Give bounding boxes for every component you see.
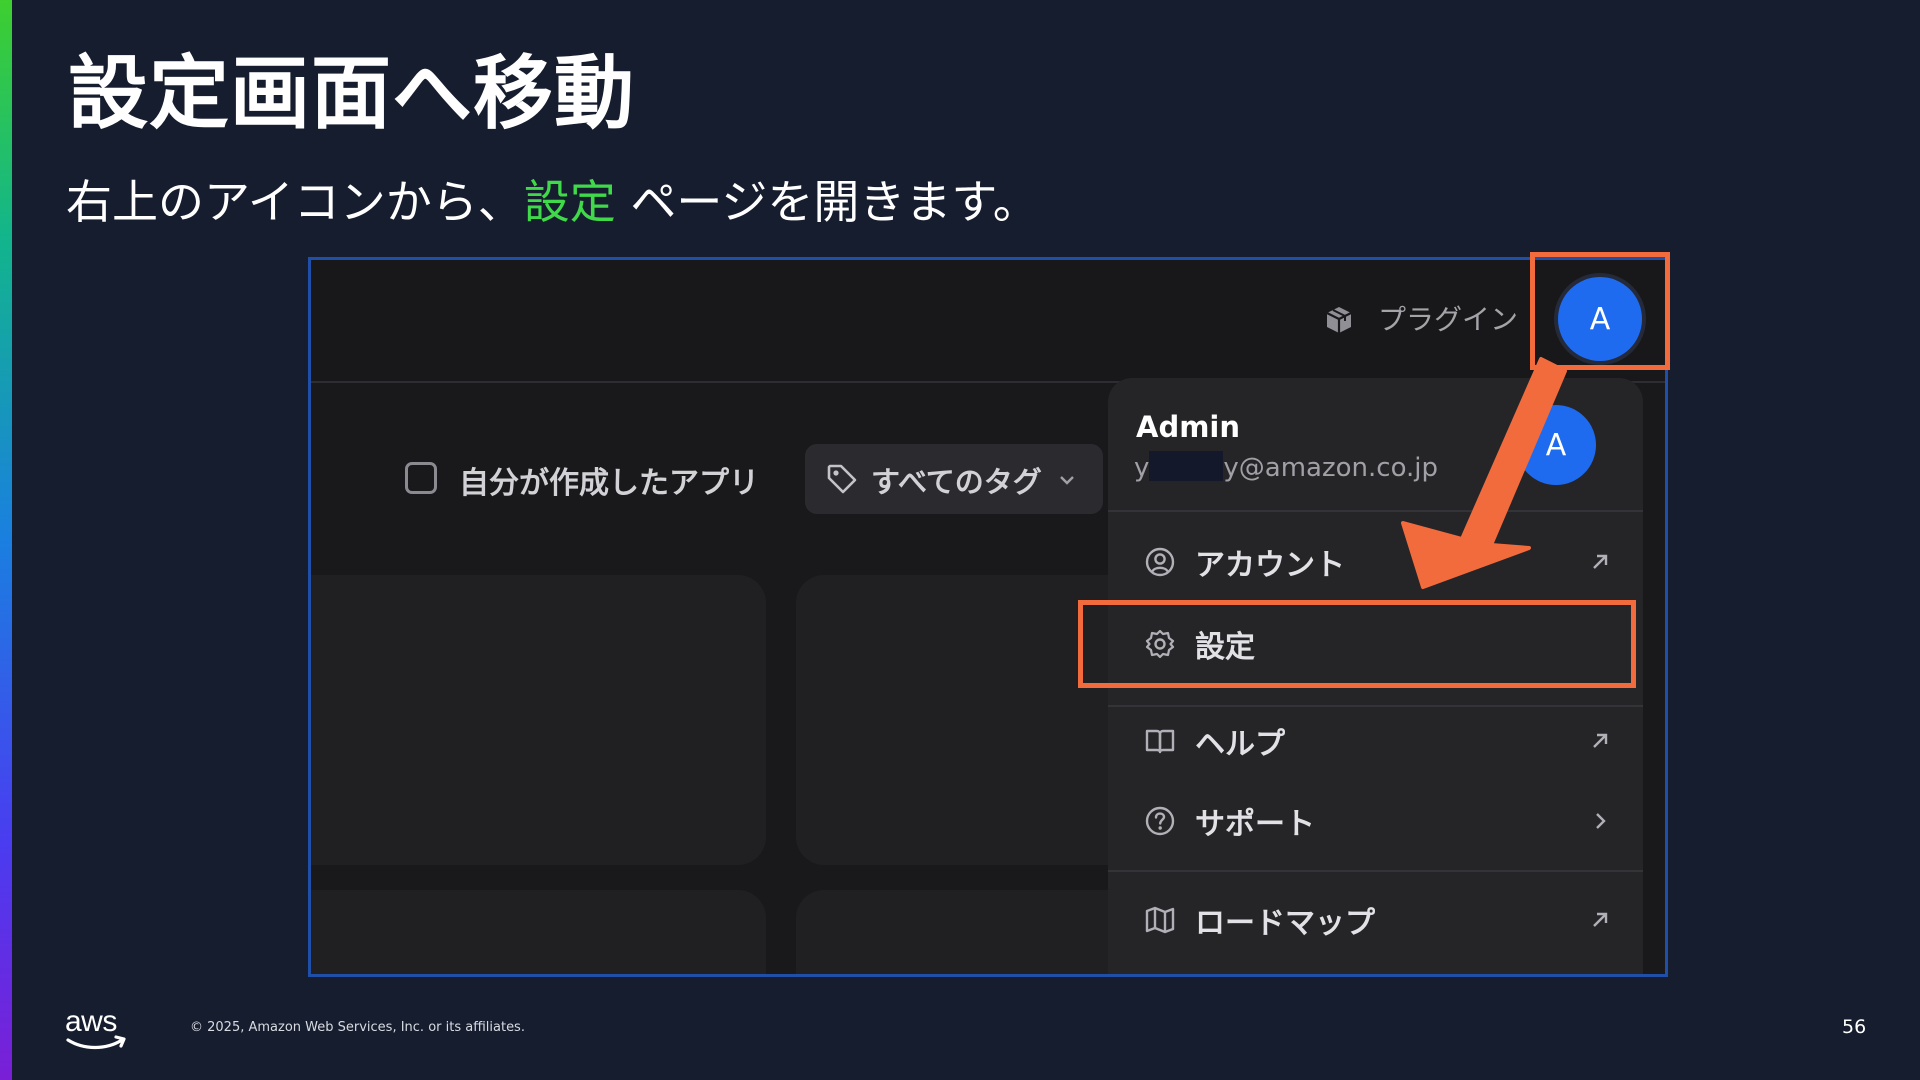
menu-item-account[interactable]: アカウント — [1195, 540, 1345, 584]
external-arrow-icon — [1593, 554, 1608, 569]
copyright-text: © 2025, Amazon Web Services, Inc. or its… — [190, 1020, 525, 1035]
subtitle-text: 右上のアイコンから、 — [66, 175, 524, 229]
subtitle-highlight: 設定 — [523, 175, 616, 229]
tag-filter-dropdown[interactable]: すべてのタグ — [805, 444, 1103, 514]
tag-icon — [827, 464, 857, 494]
menu-item-roadmap[interactable]: ロードマップ — [1195, 898, 1375, 942]
avatar-highlight-box — [1530, 252, 1670, 370]
book-icon — [1145, 729, 1175, 754]
menu-divider — [1108, 870, 1643, 872]
subtitle-text-end: ページを開きます。 — [615, 175, 1039, 229]
question-circle-icon — [1145, 806, 1175, 836]
external-arrow-icon — [1593, 912, 1608, 927]
slide-title: 設定画面へ移動 — [68, 47, 635, 140]
aws-logo: aws — [65, 1005, 126, 1050]
map-icon — [1145, 906, 1175, 934]
app-card[interactable] — [311, 575, 766, 865]
svg-text:aws: aws — [65, 1005, 117, 1038]
chevron-down-icon — [1060, 476, 1074, 485]
menu-item-help[interactable]: ヘルプ — [1195, 719, 1285, 763]
menu-item-support[interactable]: サポート — [1195, 799, 1315, 843]
chevron-right-icon — [1596, 813, 1606, 829]
plugins-link[interactable]: プラグイン — [1378, 298, 1518, 338]
email-redaction — [1149, 451, 1223, 481]
cube-icon — [1326, 307, 1352, 333]
my-apps-checkbox[interactable] — [405, 462, 437, 494]
user-circle-icon — [1145, 547, 1175, 577]
tag-filter-label: すべてのタグ — [871, 465, 1042, 499]
menu-divider — [1108, 705, 1643, 707]
settings-highlight-box — [1078, 600, 1636, 688]
email-prefix: y — [1134, 453, 1150, 483]
user-name: Admin — [1136, 410, 1241, 444]
external-arrow-icon — [1593, 733, 1608, 748]
app-card[interactable] — [311, 890, 766, 974]
my-apps-label[interactable]: 自分が作成したアプリ — [459, 458, 759, 502]
slide-subtitle: 右上のアイコンから、設定 ページを開きます。 — [66, 166, 1039, 232]
pointer-arrow — [1401, 357, 1567, 589]
app-card[interactable] — [796, 890, 1136, 974]
accent-gradient-bar — [0, 0, 12, 1080]
page-number: 56 — [1842, 1016, 1867, 1038]
